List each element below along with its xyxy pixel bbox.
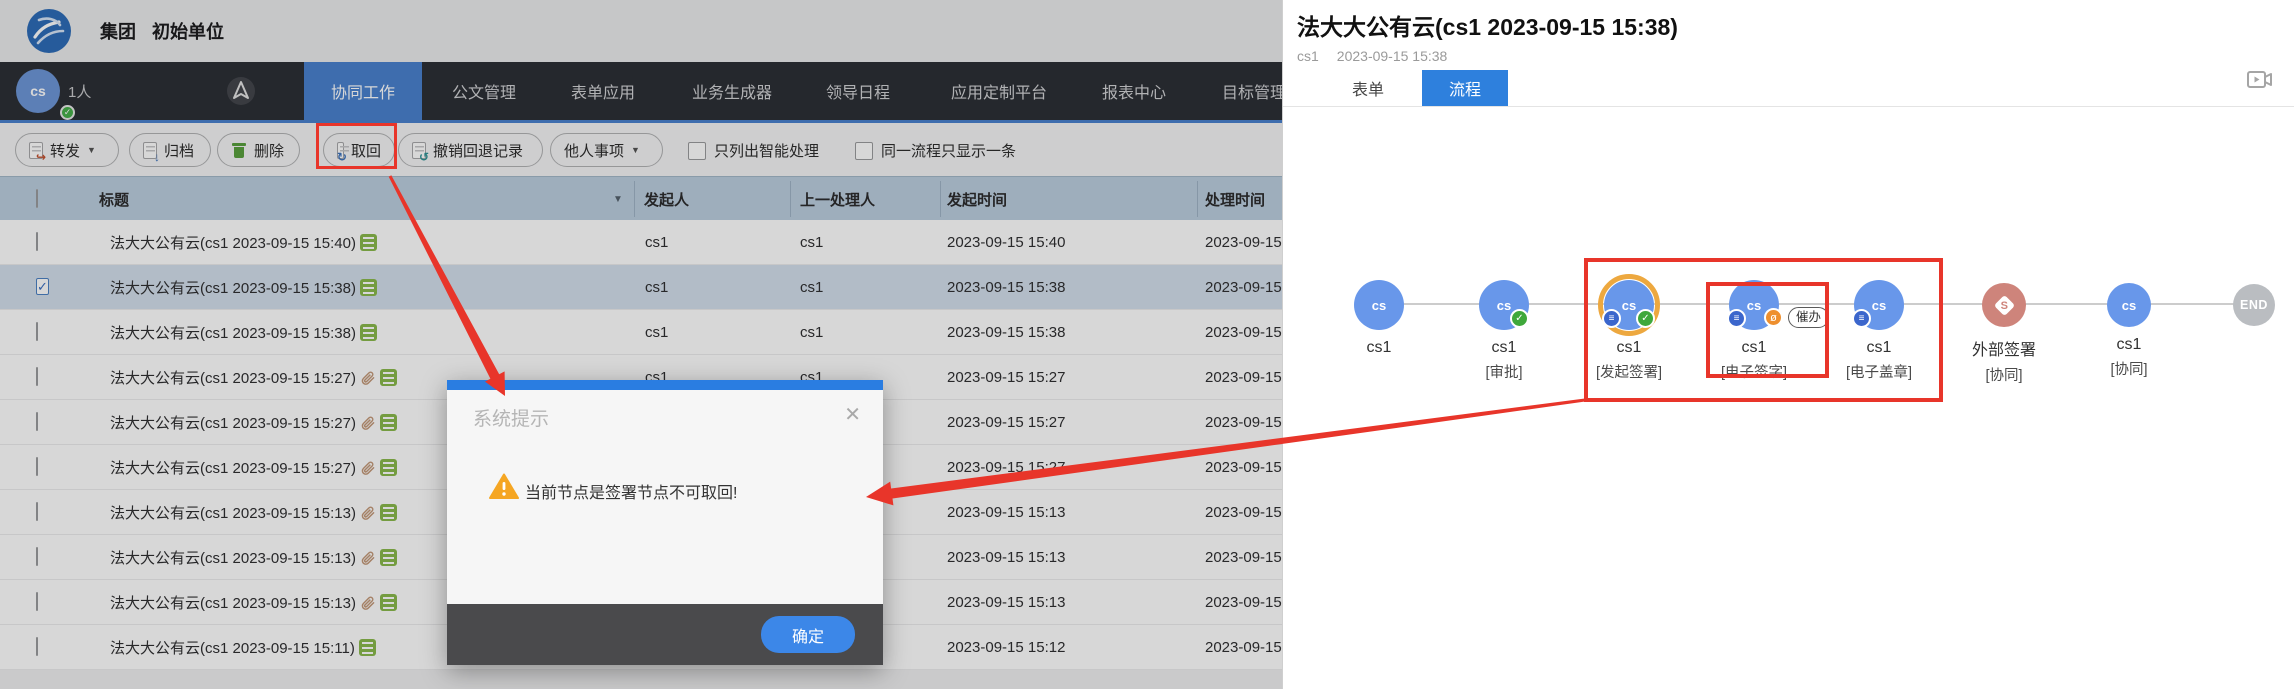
flow-node-esign[interactable]: cs ≡ ø cs1 [电子签字]	[1694, 280, 1814, 382]
close-icon[interactable]: ✕	[844, 402, 861, 427]
end-node: END	[2233, 284, 2275, 326]
detail-subtitle: cs1 2023-09-15 15:38	[1297, 48, 1447, 64]
node-role: [发起签署]	[1569, 361, 1689, 382]
flow-node-initiate-sign[interactable]: cs ≡ ✓ cs1 [发起签署]	[1569, 280, 1689, 382]
flow-node-approve[interactable]: cs ✓ cs1 [审批]	[1444, 280, 1564, 382]
flow-node-external-sign[interactable]: S 外部签署 [协同]	[1944, 280, 2064, 385]
ok-button[interactable]: 确定	[761, 616, 855, 653]
dialog-title: 系统提示	[473, 404, 549, 431]
form-badge-icon: ≡	[1602, 309, 1621, 328]
flow-node-end[interactable]: END	[2194, 280, 2294, 326]
system-prompt-dialog: 系统提示 ✕ 当前节点是签署节点不可取回! 确定	[447, 380, 883, 665]
form-badge-icon: ≡	[1727, 309, 1746, 328]
node-role: [协同]	[1944, 364, 2064, 385]
node-role: [电子盖章]	[1819, 361, 1939, 382]
node-name: cs1	[1444, 339, 1564, 357]
done-check-icon: ✓	[1636, 309, 1655, 328]
tab-divider	[1283, 106, 2294, 107]
flow-node-start[interactable]: cs cs1	[1319, 280, 1439, 357]
avatar: cs	[2107, 283, 2151, 327]
node-role: [审批]	[1444, 361, 1564, 382]
screenshot: 集团 初始单位 cs ✓ 1人 协同工作 公文管理 表单应用 业务生成器 领导日…	[0, 0, 2294, 689]
dialog-footer: 确定	[447, 604, 883, 665]
detail-user: cs1	[1297, 48, 1319, 64]
form-badge-icon: ≡	[1852, 309, 1871, 328]
node-name: cs1	[2069, 336, 2189, 354]
urge-tag[interactable]: 催办	[1788, 307, 1829, 328]
warning-icon	[489, 473, 519, 500]
done-check-icon: ✓	[1510, 309, 1529, 328]
node-name: cs1	[1319, 339, 1439, 357]
node-name: cs1	[1569, 339, 1689, 357]
node-role: [电子签字]	[1694, 361, 1814, 382]
node-name: 外部签署	[1944, 336, 2064, 360]
external-sign-icon: S	[1982, 283, 2026, 327]
detail-title: 法大大公有云(cs1 2023-09-15 15:38)	[1297, 8, 1678, 42]
node-name: cs1	[1819, 339, 1939, 357]
tab-form[interactable]: 表单	[1343, 70, 1393, 106]
detail-time: 2023-09-15 15:38	[1337, 48, 1448, 64]
flow-node-collaborate[interactable]: cs cs1 [协同]	[2069, 280, 2189, 379]
dialog-message: 当前节点是签署节点不可取回!	[525, 479, 737, 503]
urged-badge-icon: ø	[1764, 308, 1783, 327]
video-camera-icon[interactable]	[2245, 68, 2275, 92]
dialog-accent-bar	[447, 380, 883, 390]
node-role: [协同]	[2069, 358, 2189, 379]
flow-node-eseal[interactable]: cs ≡ cs1 [电子盖章]	[1819, 280, 1939, 382]
node-name: cs1	[1694, 339, 1814, 357]
detail-panel: 法大大公有云(cs1 2023-09-15 15:38) cs1 2023-09…	[1282, 0, 2294, 689]
avatar: cs	[1354, 280, 1404, 330]
tab-flow-active[interactable]: 流程	[1422, 70, 1508, 106]
